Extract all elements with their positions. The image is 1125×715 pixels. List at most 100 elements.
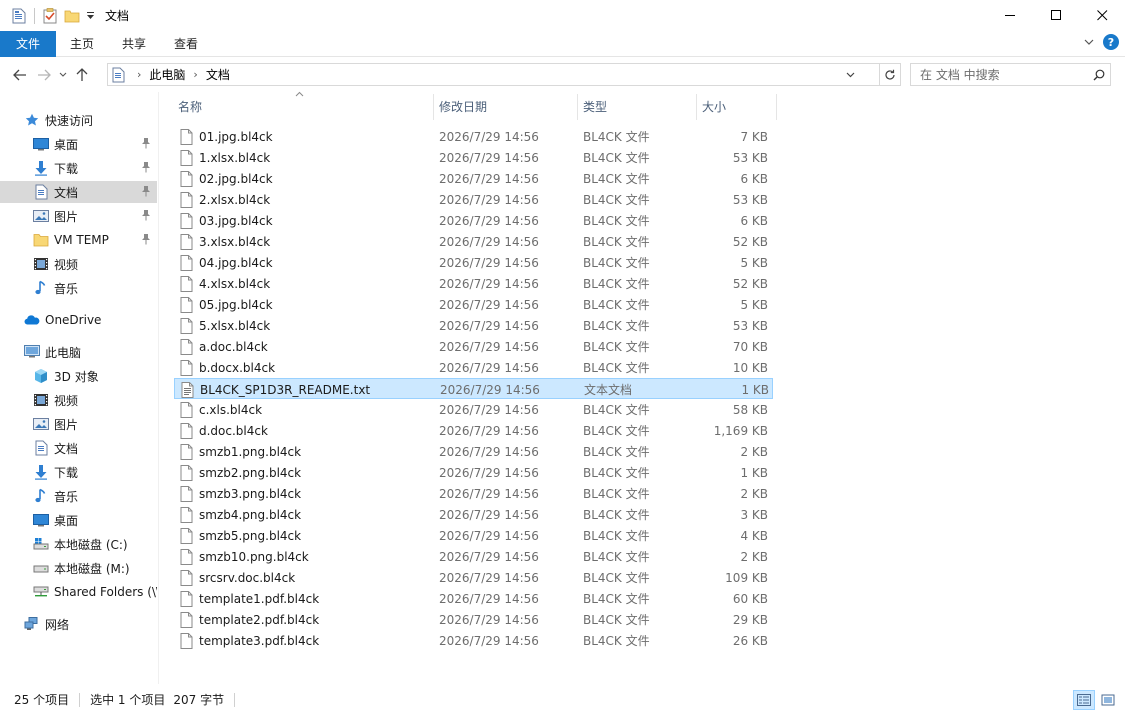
file-size: 7 KB <box>740 129 768 144</box>
file-row[interactable]: 2.xlsx.bl4ck 2026/7/29 14:56 BL4CK 文件 53 KB <box>174 189 773 210</box>
file-row[interactable]: 03.jpg.bl4ck 2026/7/29 14:56 BL4CK 文件 6 KB <box>174 210 773 231</box>
sidebar-pc-item-3[interactable]: 文档 <box>0 437 157 459</box>
document-icon[interactable] <box>8 5 30 27</box>
up-button[interactable] <box>70 63 94 87</box>
file-row[interactable]: smzb4.png.bl4ck 2026/7/29 14:56 BL4CK 文件 3 … <box>174 504 773 525</box>
sidebar-pc-item-6[interactable]: 桌面 <box>0 509 157 531</box>
column-header-date[interactable]: 修改日期 <box>433 92 577 120</box>
sidebar-qa-item-5[interactable]: 视频 <box>0 253 157 275</box>
sidebar-pc-item-0[interactable]: 3D 对象 <box>0 365 157 387</box>
sidebar-qa-item-4[interactable]: VM TEMP <box>0 229 157 251</box>
search-input[interactable] <box>911 64 1088 85</box>
file-row[interactable]: srcsrv.doc.bl4ck 2026/7/29 14:56 BL4CK 文件 1… <box>174 567 773 588</box>
recent-locations-button[interactable] <box>56 63 70 87</box>
file-row[interactable]: BL4CK_SP1D3R_README.txt 2026/7/29 14:56 文本… <box>174 378 773 399</box>
sidebar-pc-item-4[interactable]: 下载 <box>0 461 157 483</box>
column-header-name[interactable]: 名称 <box>172 92 433 120</box>
file-row[interactable]: 01.jpg.bl4ck 2026/7/29 14:56 BL4CK 文件 7 KB <box>174 126 773 147</box>
tab-home[interactable]: 主页 <box>56 31 108 57</box>
breadcrumb-this-pc[interactable]: 此电脑 <box>149 66 185 83</box>
file-row[interactable]: smzb10.png.bl4ck 2026/7/29 14:56 BL4CK 文件 2… <box>174 546 773 567</box>
details-view-button[interactable] <box>1073 690 1095 710</box>
3d-objects-icon <box>33 368 49 384</box>
column-header-type[interactable]: 类型 <box>577 92 696 120</box>
column-divider[interactable] <box>776 94 777 120</box>
file-row[interactable]: smzb3.png.bl4ck 2026/7/29 14:56 BL4CK 文件 2 … <box>174 483 773 504</box>
file-row[interactable]: 02.jpg.bl4ck 2026/7/29 14:56 BL4CK 文件 6 KB <box>174 168 773 189</box>
search-icon[interactable] <box>1088 64 1110 85</box>
tab-file[interactable]: 文件 <box>0 30 56 57</box>
pin-icon[interactable] <box>141 209 153 223</box>
sidebar-pc-item-5[interactable]: 音乐 <box>0 485 157 507</box>
refresh-button[interactable] <box>880 63 901 86</box>
tab-share[interactable]: 共享 <box>108 31 160 57</box>
properties-icon[interactable] <box>39 5 61 27</box>
sidebar-item-label: 此电脑 <box>45 345 82 360</box>
help-icon[interactable]: ? <box>1103 34 1119 50</box>
file-icon <box>180 401 193 418</box>
large-icons-view-button[interactable] <box>1097 690 1119 710</box>
pictures-icon <box>33 208 49 224</box>
sidebar-onedrive[interactable]: OneDrive <box>0 309 157 331</box>
file-row[interactable]: smzb5.png.bl4ck 2026/7/29 14:56 BL4CK 文件 4 … <box>174 525 773 546</box>
close-button[interactable] <box>1079 0 1125 31</box>
sidebar-pc-item-2[interactable]: 图片 <box>0 413 157 435</box>
pin-icon[interactable] <box>141 161 153 175</box>
sidebar-quick-access[interactable]: 快速访问 <box>0 109 157 131</box>
document-icon <box>112 67 125 83</box>
address-dropdown-button[interactable] <box>841 64 859 85</box>
expand-ribbon-button[interactable] <box>1081 34 1097 50</box>
pin-icon[interactable] <box>141 233 153 247</box>
file-row[interactable]: template2.pdf.bl4ck 2026/7/29 14:56 BL4CK … <box>174 609 773 630</box>
file-row[interactable]: 5.xlsx.bl4ck 2026/7/29 14:56 BL4CK 文件 53 KB <box>174 315 773 336</box>
file-row[interactable]: template3.pdf.bl4ck 2026/7/29 14:56 BL4CK … <box>174 630 773 651</box>
pin-icon[interactable] <box>141 185 153 199</box>
forward-button[interactable] <box>32 63 56 87</box>
new-folder-icon[interactable] <box>61 5 83 27</box>
column-header-size[interactable]: 大小 <box>696 92 776 120</box>
navigation-pane: 快速访问 桌面 下载 文档 图片 VM TEMP 视频 音乐 OneDrive 此电脑 3D 对象视… <box>0 92 159 684</box>
file-row[interactable]: a.doc.bl4ck 2026/7/29 14:56 BL4CK 文件 70 KB <box>174 336 773 357</box>
address-bar[interactable]: › 此电脑 › 文档 <box>107 63 880 86</box>
chevron-right-icon[interactable]: › <box>137 68 141 81</box>
file-row[interactable]: smzb2.png.bl4ck 2026/7/29 14:56 BL4CK 文件 1 … <box>174 462 773 483</box>
sidebar-pc-item-7[interactable]: 本地磁盘 (C:) <box>0 533 157 555</box>
sidebar-item-label: Shared Folders (\\ <box>54 585 157 599</box>
chevron-down-icon <box>1084 39 1094 45</box>
file-date: 2026/7/29 14:56 <box>439 255 539 270</box>
sidebar-qa-item-0[interactable]: 桌面 <box>0 133 157 155</box>
tab-view[interactable]: 查看 <box>160 31 212 57</box>
file-row[interactable]: 05.jpg.bl4ck 2026/7/29 14:56 BL4CK 文件 5 KB <box>174 294 773 315</box>
chevron-right-icon[interactable]: › <box>193 68 197 81</box>
maximize-button[interactable] <box>1033 0 1079 31</box>
sidebar-qa-item-1[interactable]: 下载 <box>0 157 157 179</box>
sidebar-qa-item-6[interactable]: 音乐 <box>0 277 157 299</box>
search-box[interactable] <box>910 63 1111 86</box>
sidebar-pc-item-8[interactable]: 本地磁盘 (M:) <box>0 557 157 579</box>
file-row[interactable]: smzb1.png.bl4ck 2026/7/29 14:56 BL4CK 文件 2 … <box>174 441 773 462</box>
sidebar-this-pc[interactable]: 此电脑 <box>0 341 157 363</box>
pin-icon[interactable] <box>141 137 153 151</box>
chevron-down-icon <box>59 72 67 77</box>
file-row[interactable]: d.doc.bl4ck 2026/7/29 14:56 BL4CK 文件 1,169 … <box>174 420 773 441</box>
file-type: BL4CK 文件 <box>583 151 650 165</box>
file-row[interactable]: c.xls.bl4ck 2026/7/29 14:56 BL4CK 文件 58 KB <box>174 399 773 420</box>
file-row[interactable]: 04.jpg.bl4ck 2026/7/29 14:56 BL4CK 文件 5 KB <box>174 252 773 273</box>
sidebar-network[interactable]: 网络 <box>0 613 157 635</box>
file-row[interactable]: 1.xlsx.bl4ck 2026/7/29 14:56 BL4CK 文件 53 KB <box>174 147 773 168</box>
sidebar-qa-item-2[interactable]: 文档 <box>0 181 157 203</box>
file-date: 2026/7/29 14:56 <box>439 171 539 186</box>
file-size: 26 KB <box>732 633 768 648</box>
sidebar-pc-item-9[interactable]: Shared Folders (\\ <box>0 581 157 603</box>
file-row[interactable]: 4.xlsx.bl4ck 2026/7/29 14:56 BL4CK 文件 52 KB <box>174 273 773 294</box>
file-row[interactable]: b.docx.bl4ck 2026/7/29 14:56 BL4CK 文件 10 KB <box>174 357 773 378</box>
customize-qat-icon[interactable] <box>83 5 97 27</box>
sidebar-pc-item-1[interactable]: 视频 <box>0 389 157 411</box>
back-button[interactable] <box>8 63 32 87</box>
minimize-button[interactable] <box>987 0 1033 31</box>
file-name: 03.jpg.bl4ck <box>199 213 273 228</box>
sidebar-qa-item-3[interactable]: 图片 <box>0 205 157 227</box>
file-row[interactable]: 3.xlsx.bl4ck 2026/7/29 14:56 BL4CK 文件 52 KB <box>174 231 773 252</box>
breadcrumb-documents[interactable]: 文档 <box>206 66 230 83</box>
file-row[interactable]: template1.pdf.bl4ck 2026/7/29 14:56 BL4CK … <box>174 588 773 609</box>
